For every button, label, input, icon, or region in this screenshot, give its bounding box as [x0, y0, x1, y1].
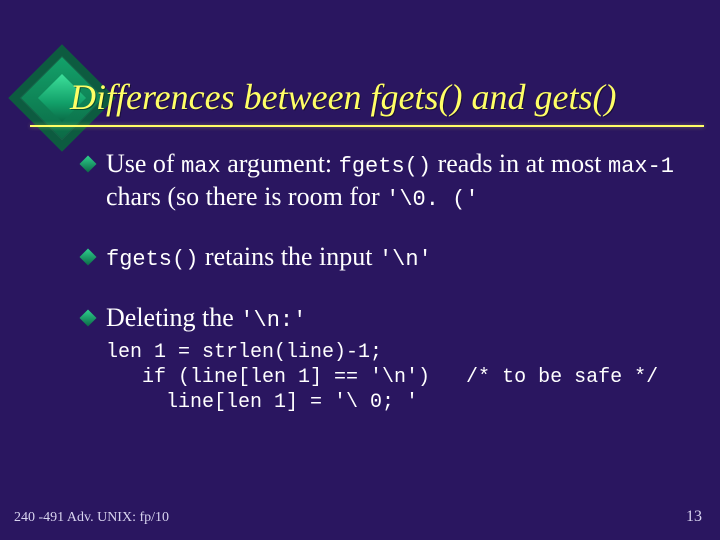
code: max	[181, 154, 221, 179]
title-underline	[30, 125, 704, 127]
diamond-bullet-icon	[80, 309, 97, 326]
code: fgets()	[339, 154, 431, 179]
bullet-1: Use of max argument: fgets() reads in at…	[82, 148, 684, 213]
code: max-1	[608, 154, 674, 179]
text: chars (so there is room for	[106, 182, 386, 211]
bullet-3: Deleting the '\n:'	[82, 302, 684, 335]
code-block: len 1 = strlen(line)-1; if (line[len 1] …	[106, 340, 684, 415]
slide: Differences between fgets() and gets() U…	[0, 0, 720, 540]
code: '\n:'	[240, 308, 306, 333]
code: '\n'	[379, 247, 432, 272]
footer-page-number: 13	[686, 508, 702, 526]
text: reads in at most	[431, 149, 608, 178]
code-line: line[len 1] = '\ 0; '	[106, 391, 418, 414]
text: Use of	[106, 149, 181, 178]
bullet-2: fgets() retains the input '\n'	[82, 241, 684, 274]
code-line: if (line[len 1] == '\n') /* to be safe *…	[106, 366, 658, 389]
text: argument:	[221, 149, 339, 178]
diamond-bullet-icon	[80, 249, 97, 266]
text: retains the input	[198, 242, 379, 271]
diamond-bullet-icon	[80, 156, 97, 173]
title-row: Differences between fgets() and gets()	[28, 54, 700, 142]
code-line: len 1 = strlen(line)-1;	[106, 341, 382, 364]
code: fgets()	[106, 247, 198, 272]
text: Deleting the	[106, 303, 240, 332]
slide-body: Use of max argument: fgets() reads in at…	[82, 148, 684, 415]
footer-left: 240 -491 Adv. UNIX: fp/10	[14, 510, 169, 526]
slide-title: Differences between fgets() and gets()	[70, 79, 617, 117]
code: '\0. ('	[386, 187, 478, 212]
